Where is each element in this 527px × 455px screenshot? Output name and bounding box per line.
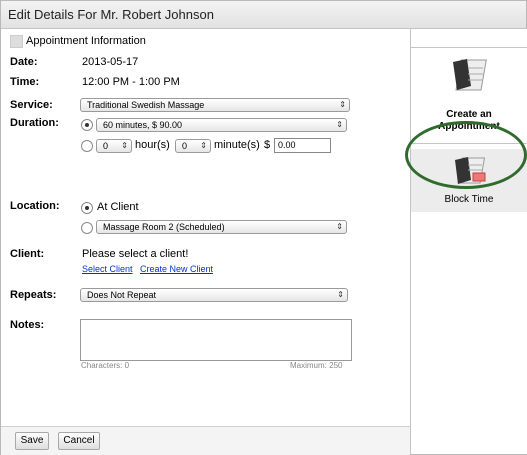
save-button[interactable]: Save — [15, 432, 49, 450]
create-client-link[interactable]: Create New Client — [140, 264, 213, 274]
duration-label: Duration: — [10, 117, 59, 129]
location-room-radio[interactable] — [81, 222, 93, 234]
location-client-label: At Client — [97, 201, 139, 213]
hours-select[interactable]: 0 ⇕ — [96, 139, 132, 153]
location-client-radio[interactable] — [81, 202, 93, 214]
window-title: Edit Details For Mr. Robert Johnson — [8, 7, 214, 22]
block-time-label: Block Time — [444, 194, 494, 205]
duration-preset-radio[interactable] — [81, 119, 93, 131]
hours-label: hour(s) — [135, 139, 170, 151]
sidebar: Create an Appointment Block Time — [405, 29, 527, 454]
minutes-select-value: 0 — [182, 141, 188, 151]
minutes-label: minute(s) — [214, 139, 260, 151]
maximum-count: Maximum: 250 — [290, 361, 343, 370]
location-room-value: Massage Room 2 (Scheduled) — [103, 222, 225, 232]
characters-count: Characters: 0 — [81, 361, 130, 370]
time-value: 12:00 PM - 1:00 PM — [82, 76, 180, 88]
appointment-info-label: Appointment Information — [26, 35, 146, 47]
duration-select-value: 60 minutes, $ 90.00 — [103, 120, 183, 130]
client-prompt: Please select a client! — [82, 248, 189, 260]
duration-select[interactable]: 60 minutes, $ 90.00 ⇕ — [96, 118, 347, 132]
select-arrows-icon: ⇕ — [121, 141, 128, 150]
title-bar: Edit Details For Mr. Robert Johnson — [1, 1, 526, 29]
create-appointment-line1: Create an — [446, 109, 492, 120]
repeats-select[interactable]: Does Not Repeat ⇕ — [80, 288, 348, 302]
cancel-button[interactable]: Cancel — [58, 432, 100, 450]
select-arrows-icon: ⇕ — [339, 100, 346, 109]
select-client-link[interactable]: Select Client — [82, 264, 133, 274]
hours-select-value: 0 — [103, 141, 109, 151]
duration-custom-radio[interactable] — [81, 140, 93, 152]
select-arrows-icon: ⇕ — [336, 120, 343, 129]
location-room-select[interactable]: Massage Room 2 (Scheduled) ⇕ — [96, 220, 347, 234]
footer-bar: Save Cancel — [1, 426, 410, 455]
date-label: Date: — [10, 56, 38, 68]
service-select[interactable]: Traditional Swedish Massage ⇕ — [80, 98, 350, 112]
edit-details-window: Edit Details For Mr. Robert Johnson Appo… — [0, 0, 527, 455]
notebook-icon — [453, 59, 487, 91]
notes-textarea[interactable] — [80, 319, 352, 361]
appointment-info-checkbox[interactable] — [10, 35, 23, 48]
repeats-select-value: Does Not Repeat — [87, 290, 157, 300]
time-label: Time: — [10, 76, 40, 88]
service-label: Service: — [10, 99, 53, 111]
form-panel: Appointment Information Date: 2013-05-17… — [1, 29, 410, 426]
highlight-oval — [405, 121, 527, 189]
minutes-select[interactable]: 0 ⇕ — [175, 139, 211, 153]
select-arrows-icon: ⇕ — [336, 222, 343, 231]
client-label: Client: — [10, 248, 45, 260]
date-value: 2013-05-17 — [82, 56, 139, 68]
select-arrows-icon: ⇕ — [200, 141, 207, 150]
repeats-label: Repeats: — [10, 289, 57, 301]
price-prefix: $ — [264, 139, 271, 151]
select-arrows-icon: ⇕ — [337, 290, 344, 299]
notes-label: Notes: — [10, 319, 45, 331]
price-input[interactable]: 0.00 — [274, 138, 331, 153]
service-select-value: Traditional Swedish Massage — [87, 100, 205, 110]
location-label: Location: — [10, 200, 60, 212]
